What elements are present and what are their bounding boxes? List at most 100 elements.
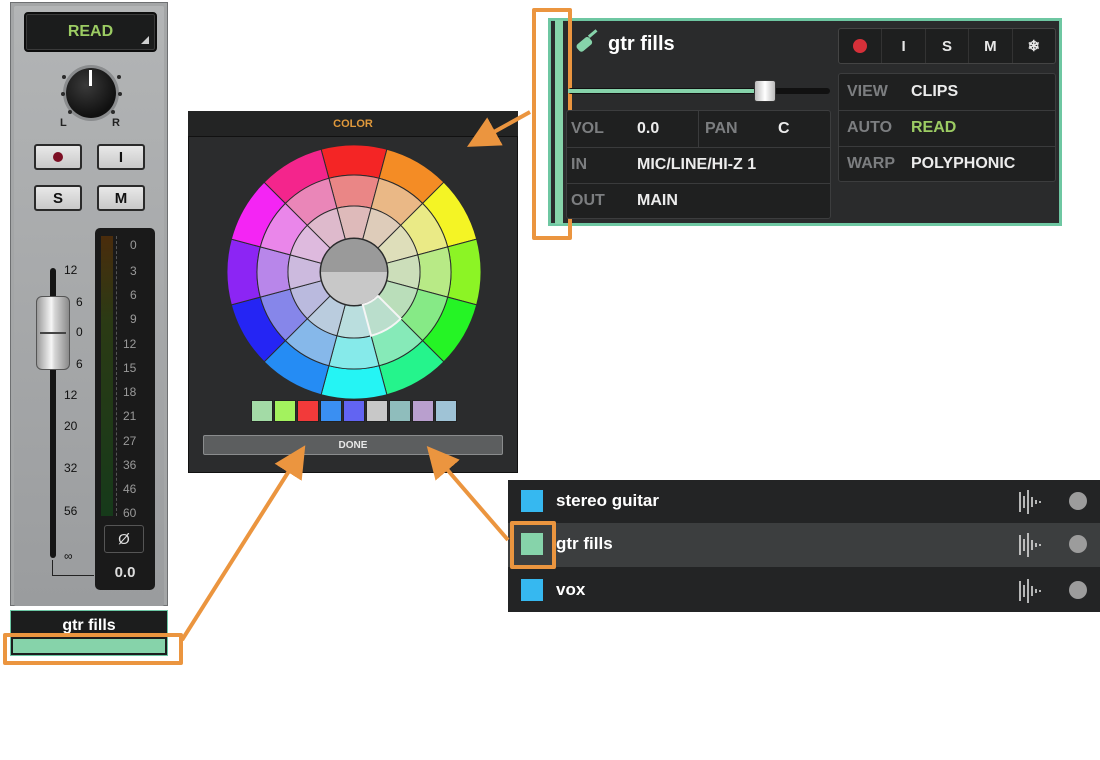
track-list-row-selected[interactable]: gtr fills bbox=[508, 523, 1100, 567]
color-swatch[interactable] bbox=[274, 400, 296, 422]
vol-value[interactable]: 0.0 bbox=[637, 120, 659, 138]
meter-scale-label: 27 bbox=[123, 434, 137, 448]
color-wheel-segment[interactable] bbox=[417, 246, 452, 298]
track-volume-slider-handle[interactable] bbox=[754, 80, 776, 102]
meter-scale-label: 21 bbox=[123, 409, 137, 423]
track-list-name: vox bbox=[556, 580, 586, 599]
mute-button[interactable]: M bbox=[97, 185, 145, 211]
fader-scale-label: ∞ bbox=[64, 549, 73, 563]
solo-button-label: S bbox=[52, 189, 63, 207]
pan-tick-dot bbox=[68, 110, 72, 114]
volume-readout-value: 0.0 bbox=[114, 563, 136, 581]
fader-scale-label: 12 bbox=[64, 263, 78, 277]
color-wheel-segment[interactable] bbox=[328, 335, 380, 370]
guitar-icon bbox=[576, 29, 598, 52]
track-status-indicator[interactable] bbox=[1069, 535, 1087, 553]
view-value[interactable]: CLIPS bbox=[911, 83, 958, 101]
in-value[interactable]: MIC/LINE/HI-Z 1 bbox=[637, 156, 756, 174]
auto-value[interactable]: READ bbox=[911, 119, 956, 137]
track-list-row[interactable]: vox bbox=[508, 569, 1100, 613]
volume-readout[interactable]: 0.0 bbox=[98, 560, 152, 584]
pan-knob-indicator bbox=[89, 70, 92, 86]
color-swatch[interactable] bbox=[343, 400, 365, 422]
track-status-indicator[interactable] bbox=[1069, 581, 1087, 599]
color-swatch[interactable] bbox=[389, 400, 411, 422]
fader-scale-label: 6 bbox=[76, 295, 83, 309]
color-wheel-segment[interactable] bbox=[227, 238, 261, 306]
color-swatch[interactable] bbox=[366, 400, 388, 422]
color-swatch[interactable] bbox=[251, 400, 273, 422]
track-list-row[interactable]: stereo guitar bbox=[508, 480, 1100, 524]
meter-scale-line bbox=[116, 236, 118, 516]
track-name[interactable]: gtr fills bbox=[608, 33, 675, 56]
track-status-indicator[interactable] bbox=[1069, 492, 1087, 510]
fader-scale-base bbox=[52, 575, 94, 576]
pan-value[interactable]: C bbox=[778, 120, 790, 138]
track-view-panel: VIEW CLIPS AUTO READ WARP POLYPHONIC bbox=[838, 73, 1056, 182]
track-button-group: I S M ❄ bbox=[838, 28, 1056, 64]
track-input-button[interactable]: I bbox=[882, 29, 926, 63]
out-label: OUT bbox=[571, 192, 605, 209]
meter-scale-label: 12 bbox=[123, 337, 137, 351]
color-wheel-segment[interactable] bbox=[320, 145, 388, 179]
done-button[interactable]: DONE bbox=[203, 435, 503, 455]
track-record-button[interactable] bbox=[839, 29, 883, 63]
color-swatch[interactable] bbox=[412, 400, 434, 422]
warp-value[interactable]: POLYPHONIC bbox=[911, 155, 1015, 173]
mute-button-label: M bbox=[114, 189, 128, 207]
meter-scale-label: 36 bbox=[123, 458, 137, 472]
auto-label: AUTO bbox=[847, 119, 893, 136]
color-wheel-segment[interactable] bbox=[328, 174, 380, 209]
meter-scale-label: 3 bbox=[130, 264, 137, 278]
vol-label: VOL bbox=[571, 120, 604, 137]
warp-label: WARP bbox=[847, 155, 895, 172]
track-mute-label: M bbox=[984, 37, 997, 55]
phase-icon: Ø bbox=[118, 530, 130, 548]
color-swatch[interactable] bbox=[320, 400, 342, 422]
out-value[interactable]: MAIN bbox=[637, 192, 678, 210]
fader-scale-label: 20 bbox=[64, 419, 78, 433]
meter-scale-label: 18 bbox=[123, 385, 137, 399]
fader-scale-label: 56 bbox=[64, 504, 78, 518]
automation-mode-button[interactable]: READ bbox=[24, 12, 157, 52]
pan-label: PAN bbox=[705, 120, 738, 137]
track-color-swatch[interactable] bbox=[521, 579, 543, 601]
track-list-name: stereo guitar bbox=[556, 491, 659, 510]
volume-fader-handle[interactable] bbox=[36, 296, 70, 370]
track-list: stereo guitar gtr fills vox bbox=[508, 480, 1100, 612]
phase-invert-button[interactable]: Ø bbox=[104, 525, 144, 553]
fader-scale-base bbox=[52, 560, 53, 576]
arrow-line bbox=[180, 445, 306, 642]
color-picker-title: COLOR bbox=[188, 111, 518, 137]
input-button-label: I bbox=[118, 148, 124, 166]
track-vol-pan-row: VOL 0.0 PAN C bbox=[567, 111, 830, 148]
record-arm-button[interactable] bbox=[34, 144, 82, 170]
color-wheel-segment[interactable] bbox=[256, 246, 291, 298]
track-solo-button[interactable]: S bbox=[926, 29, 970, 63]
track-color-swatch[interactable] bbox=[521, 490, 543, 512]
meter-scale-label: 6 bbox=[130, 288, 137, 302]
level-meter-bar bbox=[101, 236, 113, 516]
pan-tick-dot bbox=[61, 92, 65, 96]
waveform-icon bbox=[1019, 490, 1041, 514]
waveform-icon bbox=[1019, 579, 1041, 603]
meter-scale-label: 15 bbox=[123, 361, 137, 375]
waveform-icon bbox=[1019, 533, 1041, 557]
input-monitor-button[interactable]: I bbox=[97, 144, 145, 170]
color-swatch[interactable] bbox=[435, 400, 457, 422]
dropdown-corner-icon bbox=[141, 36, 149, 44]
track-solo-label: S bbox=[942, 37, 953, 55]
solo-button[interactable]: S bbox=[34, 185, 82, 211]
record-icon bbox=[853, 39, 868, 53]
color-wheel-segment[interactable] bbox=[320, 365, 388, 399]
pan-tick-dot bbox=[111, 110, 115, 114]
fader-scale-label: 6 bbox=[76, 357, 83, 371]
color-wheel-segment[interactable] bbox=[447, 238, 481, 306]
pan-tick-dot bbox=[118, 92, 122, 96]
color-wheel[interactable] bbox=[227, 145, 481, 399]
fader-scale-label: 32 bbox=[64, 461, 78, 475]
track-mute-button[interactable]: M bbox=[969, 29, 1013, 63]
color-swatch[interactable] bbox=[297, 400, 319, 422]
track-freeze-button[interactable]: ❄ bbox=[1013, 29, 1055, 63]
meter-scale-label: 60 bbox=[123, 506, 137, 520]
